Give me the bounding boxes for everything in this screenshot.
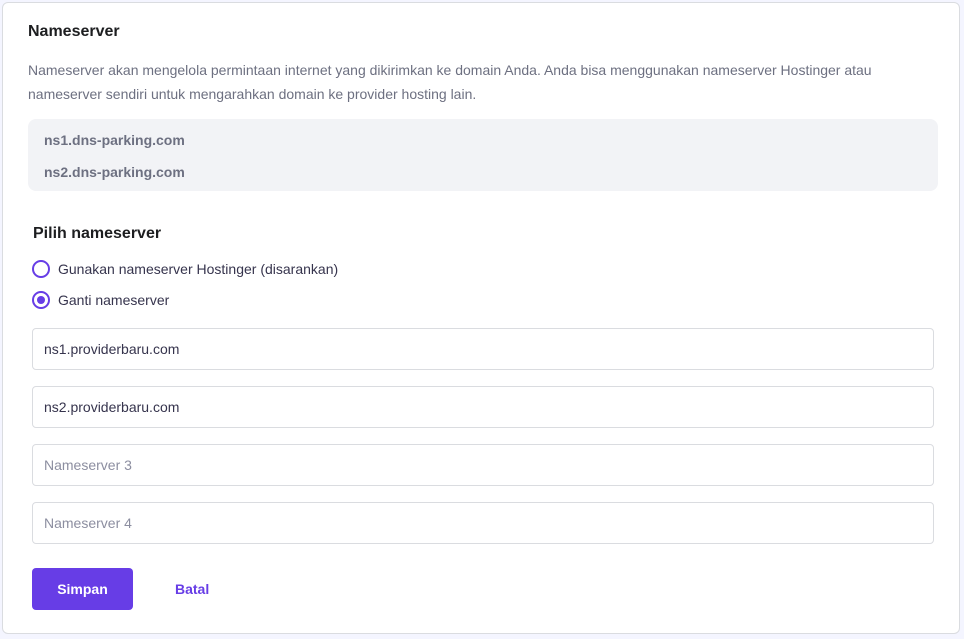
radio-label: Ganti nameserver — [58, 292, 169, 308]
nameserver-4-input[interactable] — [32, 502, 934, 544]
radio-circle-icon — [32, 260, 50, 278]
nameserver-1-input[interactable] — [32, 328, 934, 370]
radio-label: Gunakan nameserver Hostinger (disarankan… — [58, 261, 338, 277]
section-title: Nameserver — [28, 23, 120, 41]
nameserver-2-input[interactable] — [32, 386, 934, 428]
form-title: Pilih nameserver — [33, 225, 161, 243]
current-nameserver-1: ns1.dns-parking.com — [44, 132, 185, 148]
cancel-button[interactable]: Batal — [175, 581, 209, 597]
current-nameservers: ns1.dns-parking.com ns2.dns-parking.com — [28, 119, 938, 191]
nameserver-3-input[interactable] — [32, 444, 934, 486]
radio-checked-icon — [32, 291, 50, 309]
radio-use-hostinger[interactable]: Gunakan nameserver Hostinger (disarankan… — [32, 260, 338, 278]
nameserver-card: Nameserver Nameserver akan mengelola per… — [2, 2, 960, 634]
radio-change-nameserver[interactable]: Ganti nameserver — [32, 291, 169, 309]
save-button[interactable]: Simpan — [32, 568, 133, 610]
current-nameserver-2: ns2.dns-parking.com — [44, 164, 185, 180]
section-description: Nameserver akan mengelola permintaan int… — [28, 58, 928, 106]
